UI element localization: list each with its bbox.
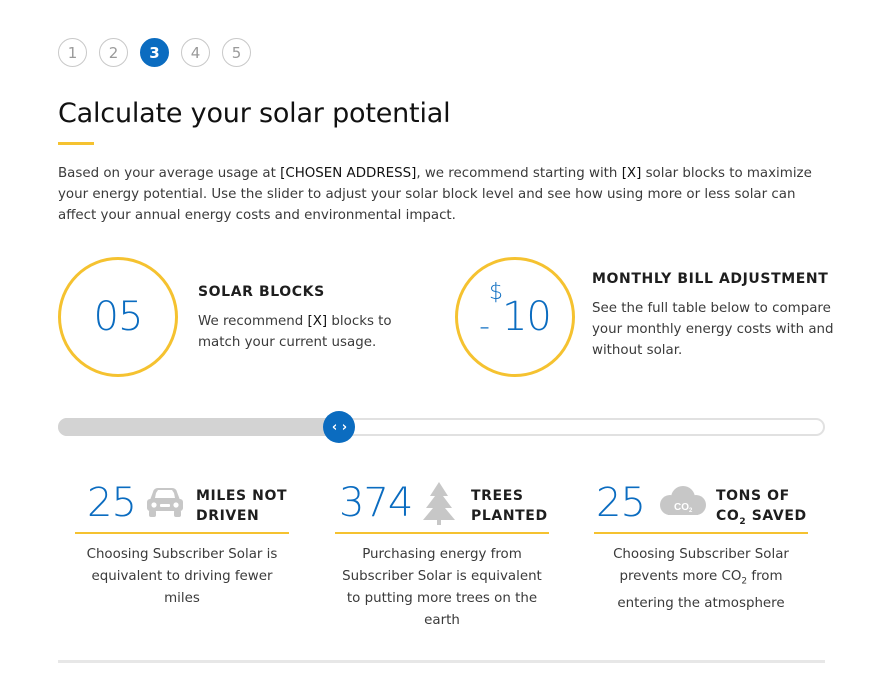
bill-adjustment-text: See the full table below to compare your… xyxy=(592,301,834,358)
solar-blocks-ring: 05 xyxy=(58,257,178,377)
miles-label: MILES NOT DRIVEN xyxy=(196,486,287,526)
trees-label-line1: TREES xyxy=(471,488,524,504)
slider-fill xyxy=(58,418,340,436)
page-title: Calculate your solar potential xyxy=(58,98,451,129)
slider-thumb[interactable]: ‹ › xyxy=(323,411,356,443)
bill-adjustment-value: - $10 xyxy=(479,280,552,344)
trees-label-line2: PLANTED xyxy=(471,508,548,524)
miles-value: 25 xyxy=(87,480,137,526)
title-underline xyxy=(58,142,94,145)
miles-label-line2: DRIVEN xyxy=(196,508,260,524)
co2-label: TONS OF CO2 SAVED xyxy=(716,486,807,532)
step-indicator: 12345 xyxy=(58,38,251,67)
trees-description: Purchasing energy from Subscriber Solar … xyxy=(342,547,542,628)
bill-adjustment-ring: - $10 xyxy=(455,257,575,377)
co2-cloud-icon: CO2 xyxy=(656,484,708,524)
step-2[interactable]: 2 xyxy=(99,38,128,67)
trees-label: TREES PLANTED xyxy=(471,486,548,526)
solar-blocks-text-1: We recommend xyxy=(198,314,308,329)
bottom-divider xyxy=(58,660,825,663)
cloud-co-text: CO xyxy=(674,502,689,513)
blocks-placeholder: [X] xyxy=(621,166,642,181)
miles-label-line1: MILES NOT xyxy=(196,488,288,504)
tree-icon xyxy=(421,480,457,530)
co2-description: Choosing Subscriber Solar prevents more … xyxy=(594,544,808,615)
solar-blocks-text: We recommend [X] blocks to match your cu… xyxy=(198,311,418,353)
miles-description: Choosing Subscriber Solar is equivalent … xyxy=(86,547,278,606)
solar-blocks-value: 05 xyxy=(93,294,144,340)
intro-paragraph: Based on your average usage at [CHOSEN A… xyxy=(58,163,828,226)
solar-blocks-placeholder: [X] xyxy=(307,314,328,329)
step-5[interactable]: 5 xyxy=(222,38,251,67)
miles-not-driven-stat: 25 MILES NOT DRIVEN Choosing Subscriber … xyxy=(75,478,289,610)
bill-sign: - xyxy=(479,309,490,344)
step-3[interactable]: 3 xyxy=(140,38,169,67)
co2-value: 25 xyxy=(596,480,646,526)
bill-amount: 10 xyxy=(501,294,552,340)
step-1[interactable]: 1 xyxy=(58,38,87,67)
solar-blocks-title: SOLAR BLOCKS xyxy=(198,284,325,300)
co2-label-co: CO xyxy=(716,508,740,524)
co2-label-saved: SAVED xyxy=(746,508,807,524)
step-4[interactable]: 4 xyxy=(181,38,210,67)
chosen-address-placeholder: [CHOSEN ADDRESS] xyxy=(280,166,417,181)
trees-value: 374 xyxy=(339,480,413,526)
co2-saved-stat: 25 CO2 TONS OF CO2 SAVED Choosing Subscr… xyxy=(594,478,808,615)
intro-text-1: Based on your average usage at xyxy=(58,166,281,181)
slider-arrows-icon: ‹ › xyxy=(331,419,348,435)
bill-currency: $ xyxy=(488,280,503,305)
intro-text-2: , we recommend starting with xyxy=(416,166,622,181)
bill-adjustment-title: MONTHLY BILL ADJUSTMENT xyxy=(592,271,829,287)
co2-label-line1: TONS OF xyxy=(716,488,790,504)
car-icon xyxy=(145,486,185,524)
trees-planted-stat: 374 TREES PLANTED Purchasing energy from… xyxy=(335,478,549,632)
